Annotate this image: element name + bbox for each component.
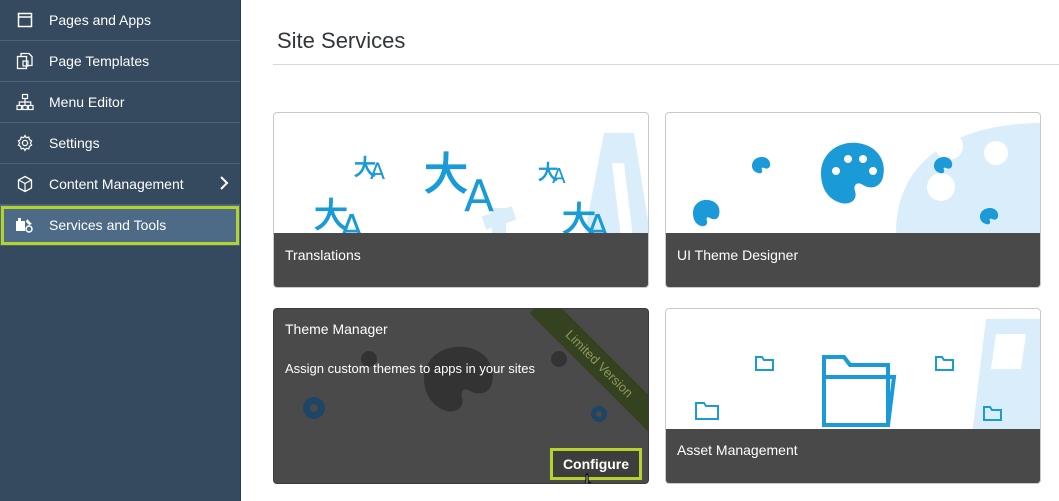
title-divider (273, 64, 1059, 65)
tile-translations[interactable]: 大A 大A 大A 大A 大A Translations (273, 112, 649, 288)
tile-description: Assign custom themes to apps in your sit… (285, 361, 536, 376)
pages-icon (15, 10, 35, 30)
sidebar-item-menu-editor[interactable]: Menu Editor (0, 82, 240, 123)
sidebar-item-settings[interactable]: Settings (0, 123, 240, 164)
svg-text:A: A (370, 160, 385, 185)
tile-ui-theme-designer[interactable]: UI Theme Designer (665, 112, 1041, 288)
tile-title: UI Theme Designer (677, 247, 799, 263)
templates-icon (15, 51, 35, 71)
tile-asset-management[interactable]: Asset Management (665, 308, 1041, 484)
gear-icon (15, 133, 35, 153)
svg-text:A: A (552, 164, 566, 188)
sidebar-item-label: Pages and Apps (49, 12, 151, 28)
page-title: Site Services (277, 28, 406, 53)
sidebar-item-label: Services and Tools (49, 217, 167, 233)
sidebar-item-content-management[interactable]: Content Management (0, 164, 240, 205)
tools-icon (15, 215, 35, 235)
sidebar-item-services-and-tools[interactable]: Services and Tools (0, 205, 240, 246)
svg-text:大: 大 (424, 149, 468, 200)
sitemap-icon (15, 92, 35, 112)
main-content: Site Services 大A 大A 大A 大A 大A Translation… (242, 0, 1059, 501)
sidebar-item-page-templates[interactable]: Page Templates (0, 41, 240, 82)
hand-cursor-icon (585, 473, 594, 483)
sidebar: Pages and Apps Page Templates Menu Edito… (0, 0, 241, 501)
sidebar-item-label: Page Templates (49, 53, 150, 69)
svg-text:A: A (464, 171, 494, 222)
tile-theme-manager[interactable]: Limited Version Theme Manager Assign cus… (273, 308, 649, 484)
cube-icon (15, 174, 35, 194)
sidebar-item-pages-and-apps[interactable]: Pages and Apps (0, 0, 240, 41)
tile-title: Theme Manager (285, 321, 388, 337)
sidebar-item-label: Settings (49, 135, 100, 151)
tile-title: Asset Management (677, 442, 798, 458)
sidebar-item-label: Menu Editor (49, 94, 125, 110)
sidebar-item-label: Content Management (49, 176, 184, 192)
chevron-right-icon[interactable] (218, 175, 230, 194)
tile-title: Translations (285, 247, 361, 263)
